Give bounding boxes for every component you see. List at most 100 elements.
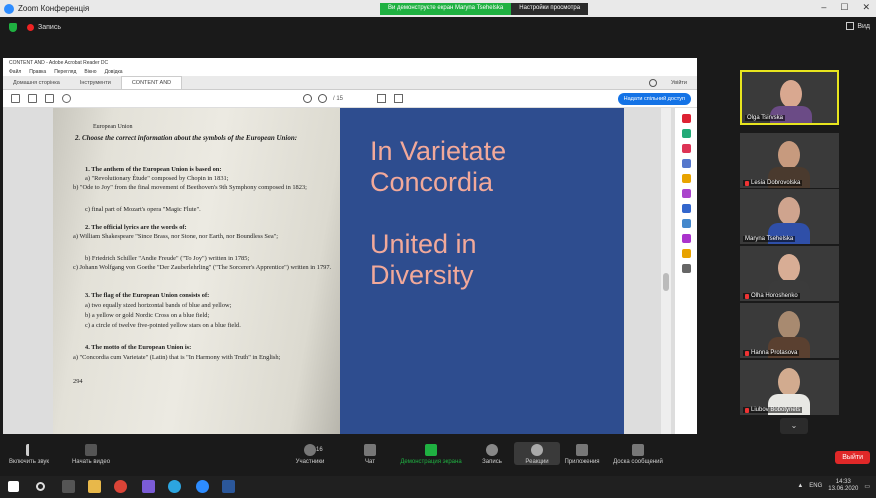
participant-tile[interactable]: Hanna Protasova bbox=[740, 303, 839, 358]
comment-icon[interactable] bbox=[377, 94, 386, 103]
reactions-label: Реакции bbox=[525, 459, 549, 465]
menu-view[interactable]: Перегляд bbox=[54, 69, 76, 75]
tab-home[interactable]: Домашня сторінка bbox=[3, 77, 70, 89]
participant-video bbox=[778, 141, 800, 169]
recording-label[interactable]: Запись bbox=[38, 24, 61, 31]
share-banner: Ви демонструєте екран Maryna Tsehelska Н… bbox=[380, 3, 589, 15]
help-icon[interactable] bbox=[649, 79, 657, 87]
more-tools-icon[interactable] bbox=[681, 264, 691, 273]
view-button[interactable]: Вид bbox=[846, 22, 870, 30]
email-icon[interactable] bbox=[45, 94, 54, 103]
participant-tile[interactable]: Olga Tsirvska bbox=[740, 70, 839, 125]
slide-line-3: United in bbox=[370, 229, 477, 259]
record-button[interactable]: Запись bbox=[478, 442, 506, 465]
organize-icon[interactable] bbox=[681, 189, 691, 198]
share-link-button[interactable]: Надати спільний доступ bbox=[617, 93, 691, 105]
menu-edit[interactable]: Правка bbox=[29, 69, 46, 75]
participant-tile[interactable]: Liubov Bobotynets bbox=[740, 360, 839, 415]
sign-in-link[interactable]: Увійти bbox=[671, 80, 687, 86]
chat-button[interactable]: Чат bbox=[360, 442, 380, 465]
apps-icon bbox=[576, 444, 588, 456]
scrollbar-thumb[interactable] bbox=[663, 273, 669, 291]
notifications-icon[interactable]: ▭ bbox=[864, 483, 870, 490]
windows-start-icon[interactable] bbox=[8, 481, 19, 492]
save-icon[interactable] bbox=[11, 94, 20, 103]
app-icon[interactable] bbox=[142, 480, 155, 493]
combine-icon[interactable] bbox=[681, 159, 691, 168]
participant-name: Olga Tsirvska bbox=[747, 115, 783, 121]
item3-b: b) a yellow or gold Nordic Cross on a bl… bbox=[85, 312, 210, 319]
participant-tile[interactable]: Lesia Dobrovolska bbox=[740, 133, 839, 188]
comment-tool-icon[interactable] bbox=[681, 174, 691, 183]
pen-icon[interactable] bbox=[394, 94, 403, 103]
language-indicator[interactable]: ENG bbox=[809, 483, 822, 489]
share-screen-button[interactable]: Демонстрация экрана bbox=[396, 442, 466, 465]
leave-button[interactable]: Выйти bbox=[835, 451, 870, 464]
page-number: 294 bbox=[73, 378, 83, 385]
file-explorer-icon[interactable] bbox=[88, 480, 101, 493]
chevron-down-icon: ⌄ bbox=[790, 421, 798, 430]
tab-tools[interactable]: Інструменти bbox=[70, 77, 121, 89]
document-scrollbar[interactable] bbox=[661, 108, 671, 434]
menu-help[interactable]: Довідка bbox=[105, 69, 123, 75]
start-video-button[interactable]: Начать видео bbox=[66, 442, 116, 465]
whiteboard-button[interactable]: Доска сообщений bbox=[610, 442, 666, 465]
search-icon[interactable] bbox=[62, 94, 71, 103]
whiteboard-icon bbox=[632, 444, 644, 456]
participant-video bbox=[780, 80, 802, 108]
task-view-icon[interactable] bbox=[62, 480, 75, 493]
reactions-button[interactable]: Реакции bbox=[514, 442, 560, 465]
participants-count: 16 bbox=[316, 447, 323, 453]
maximize-icon[interactable]: ☐ bbox=[840, 2, 848, 13]
zoom-taskbar-icon[interactable] bbox=[196, 480, 209, 493]
menu-file[interactable]: Файл bbox=[9, 69, 21, 75]
share-options-button[interactable]: Настройки просмотра bbox=[511, 3, 589, 15]
send-icon[interactable] bbox=[681, 249, 691, 258]
textbook-page-photo: European Union 2. Choose the correct inf… bbox=[53, 108, 340, 434]
muted-mic-icon bbox=[26, 444, 32, 456]
presentation-slide: In Varietate Concordia United in Diversi… bbox=[340, 108, 624, 434]
protect-icon[interactable] bbox=[681, 219, 691, 228]
page-down-icon[interactable] bbox=[318, 94, 327, 103]
system-tray: ▲ ENG 14:33 13.06.2020 ▭ bbox=[797, 479, 870, 493]
minimize-icon[interactable]: – bbox=[821, 2, 826, 13]
grid-icon bbox=[846, 22, 855, 30]
tab-document[interactable]: CONTENT AND bbox=[120, 76, 183, 89]
participants-button[interactable]: Участники 16 bbox=[290, 442, 330, 465]
close-icon[interactable]: ✕ bbox=[862, 2, 870, 13]
export-pdf-icon[interactable] bbox=[681, 114, 691, 123]
compress-icon[interactable] bbox=[681, 204, 691, 213]
chrome-icon[interactable] bbox=[114, 480, 127, 493]
slide-line-4: Diversity bbox=[370, 260, 474, 290]
edit-pdf-icon[interactable] bbox=[681, 129, 691, 138]
search-icon[interactable] bbox=[36, 482, 45, 491]
acrobat-toolbar: / 15 Надати спільний доступ bbox=[3, 90, 697, 108]
fill-sign-icon[interactable] bbox=[681, 234, 691, 243]
clock[interactable]: 14:33 13.06.2020 bbox=[828, 479, 858, 493]
participant-video bbox=[778, 368, 800, 396]
apps-button[interactable]: Приложения bbox=[560, 442, 604, 465]
record-icon bbox=[486, 444, 498, 456]
gallery-scroll-down-button[interactable]: ⌄ bbox=[780, 418, 808, 434]
create-pdf-icon[interactable] bbox=[681, 144, 691, 153]
shield-icon[interactable] bbox=[9, 22, 17, 32]
telegram-icon[interactable] bbox=[168, 480, 181, 493]
word-icon[interactable] bbox=[222, 480, 235, 493]
unmute-button[interactable]: Включить звук bbox=[6, 442, 52, 465]
menu-window[interactable]: Вікно bbox=[84, 69, 96, 75]
print-icon[interactable] bbox=[28, 94, 37, 103]
participant-video bbox=[778, 197, 800, 225]
network-icon[interactable]: ▲ bbox=[797, 483, 803, 489]
item1-a: a) "Revolutionary Étude" composed by Cho… bbox=[85, 175, 229, 182]
participant-tile[interactable]: Maryna Tsehelska bbox=[740, 189, 839, 244]
item3-title: 3. The flag of the European Union consis… bbox=[85, 292, 210, 299]
page-up-icon[interactable] bbox=[303, 94, 312, 103]
item4-title: 4. The motto of the European Union is: bbox=[85, 344, 192, 351]
participant-tile[interactable]: Olha Horoshenko bbox=[740, 246, 839, 301]
windows-taskbar: ▲ ENG 14:33 13.06.2020 ▭ bbox=[0, 476, 876, 498]
slide-line-1: In Varietate bbox=[370, 136, 507, 166]
muted-mic-icon bbox=[745, 293, 749, 299]
question-title: 2. Choose the correct information about … bbox=[75, 134, 298, 142]
zoom-window-title: Zoom Конференція bbox=[18, 4, 90, 13]
page-navigator: / 15 bbox=[303, 94, 343, 103]
